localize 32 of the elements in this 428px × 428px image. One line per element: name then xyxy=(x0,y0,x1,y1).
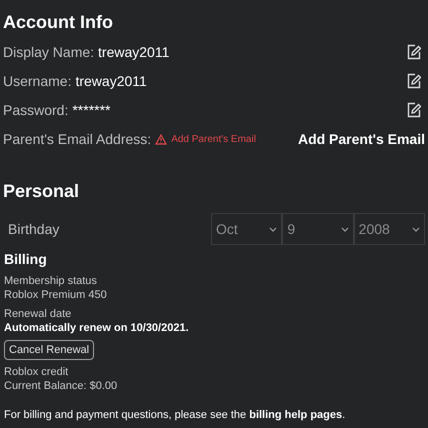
add-parent-email-link[interactable]: Add Parent's Email xyxy=(298,128,425,150)
warning-icon xyxy=(155,134,168,144)
section-title: Personal xyxy=(3,180,80,203)
year-select[interactable]: 2008 xyxy=(354,213,425,245)
billing-label: Roblox credit xyxy=(4,364,70,379)
day-select[interactable]: 9 xyxy=(282,213,354,245)
billing-help-link[interactable]: billing help pages xyxy=(249,408,342,421)
field-value: ******* xyxy=(72,100,110,120)
billing-value: Roblox Premium 450 xyxy=(4,288,108,302)
billing-value: Automatically renew on 10/30/2021. xyxy=(4,321,190,335)
month-select[interactable]: Oct xyxy=(211,213,282,245)
chevron-down-icon xyxy=(269,226,278,232)
billing-label: Membership status xyxy=(4,274,98,288)
cancel-renewal-button[interactable]: Cancel Renewal xyxy=(4,340,94,360)
field-label: Display Name: xyxy=(3,42,94,62)
section-title: Billing xyxy=(4,250,48,269)
section-title: Account Info xyxy=(3,11,114,34)
birthday-label: Birthday xyxy=(7,220,60,239)
edit-icon[interactable] xyxy=(407,44,421,60)
edit-icon[interactable] xyxy=(407,73,421,89)
field-label: Parent's Email Address: xyxy=(3,130,152,148)
chevron-down-icon xyxy=(412,226,420,232)
field-value: treway2011 xyxy=(98,42,170,62)
field-label: Username: xyxy=(3,72,72,90)
billing-value: Current Balance: $0.00 xyxy=(4,378,118,393)
billing-help-note: For billing and payment questions, please see the billing help pages. xyxy=(4,408,346,423)
billing-label: Renewal date xyxy=(4,307,72,321)
field-value: treway2011 xyxy=(75,72,147,91)
warning-text: Add Parent's Email xyxy=(171,132,256,146)
chevron-down-icon xyxy=(340,226,349,232)
field-label: Password: xyxy=(3,100,68,120)
edit-icon[interactable] xyxy=(407,102,421,118)
